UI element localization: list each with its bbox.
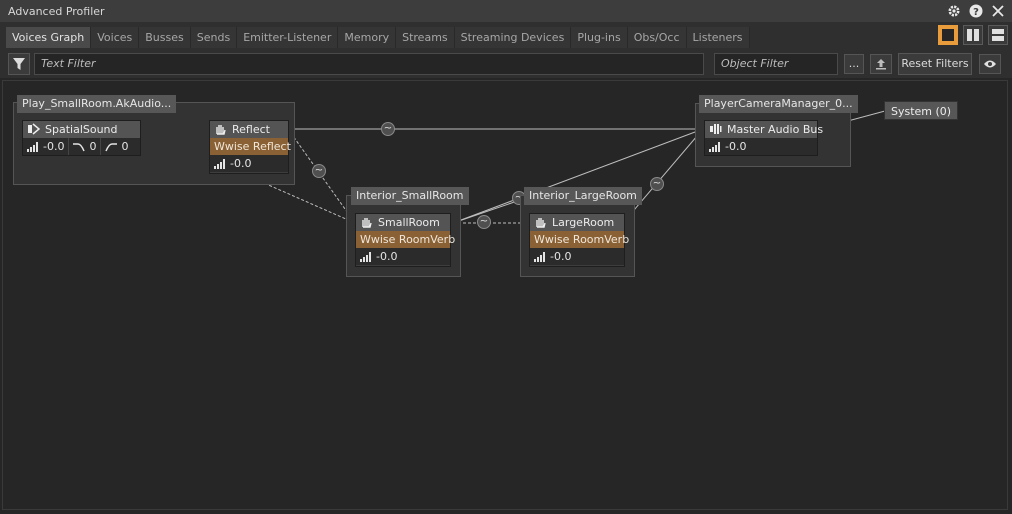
voices-graph-canvas[interactable]: ~ ~ ~ ~ ~ ~ ~ Play_SmallRoom.AkAudio... … xyxy=(2,80,1008,510)
tab-busses[interactable]: Busses xyxy=(139,27,191,48)
voice-node-large-room[interactable]: LargeRoom Wwise RoomVerb -0.0 xyxy=(529,213,629,267)
reflect-volume: -0.0 xyxy=(230,157,252,170)
game-object-label-interior-largeroom[interactable]: Interior_LargeRoom xyxy=(524,187,642,205)
game-object-label-interior-smallroom[interactable]: Interior_SmallRoom xyxy=(351,187,469,205)
voice-node-spatial-sound[interactable]: SpatialSound -0.0 0 0 xyxy=(22,120,141,156)
game-object-label-player-camera-manager[interactable]: PlayerCameraManager_0... xyxy=(699,95,858,113)
tab-streams[interactable]: Streams xyxy=(396,27,455,48)
tab-voices[interactable]: Voices xyxy=(91,27,140,48)
large-room-effect: Wwise RoomVerb xyxy=(530,231,629,248)
tab-emitter-listener[interactable]: Emitter-Listener xyxy=(237,27,339,48)
connection-marker[interactable]: ~ xyxy=(650,177,664,191)
close-icon[interactable] xyxy=(988,1,1008,21)
master-audio-bus-volume: -0.0 xyxy=(725,140,747,153)
single-view-layout-icon[interactable] xyxy=(938,25,958,45)
spatial-sound-label: SpatialSound xyxy=(45,123,118,136)
volume-icon xyxy=(27,142,39,152)
large-room-label: LargeRoom xyxy=(552,216,615,229)
high-pass-filter-icon xyxy=(105,141,118,152)
aux-bus-hand-icon xyxy=(214,123,228,135)
low-pass-filter-icon xyxy=(73,141,86,152)
tab-listeners[interactable]: Listeners xyxy=(686,27,750,48)
small-room-effect: Wwise RoomVerb xyxy=(356,231,455,248)
volume-cell: -0.0 xyxy=(356,248,401,265)
aux-bus-hand-icon xyxy=(534,216,548,228)
split-vertical-layout-icon[interactable] xyxy=(963,25,983,45)
aux-bus-hand-icon xyxy=(360,216,374,228)
spatial-sound-lpf: 0 xyxy=(89,140,97,153)
filter-bar: Text Filter Object Filter ... Reset Filt… xyxy=(0,50,1012,78)
tab-bar: Voices Graph Voices Busses Sends Emitter… xyxy=(0,22,1012,50)
reset-filters-button[interactable]: Reset Filters xyxy=(898,53,972,75)
upload-icon[interactable] xyxy=(870,54,892,74)
connection-marker[interactable]: ~ xyxy=(312,164,326,178)
filter-funnel-icon[interactable] xyxy=(8,53,30,75)
hpf-cell: 0 xyxy=(101,138,132,155)
spatial-sound-volume: -0.0 xyxy=(43,140,65,153)
window-title: Advanced Profiler xyxy=(8,5,105,18)
reflect-effect: Wwise Reflect xyxy=(210,138,291,155)
reflect-label: Reflect xyxy=(232,123,270,136)
tab-streaming-devices[interactable]: Streaming Devices xyxy=(454,27,572,48)
volume-cell: -0.0 xyxy=(23,138,70,155)
volume-icon xyxy=(534,252,546,262)
small-room-volume: -0.0 xyxy=(376,250,398,263)
eye-icon[interactable] xyxy=(979,54,1001,74)
volume-cell: -0.0 xyxy=(210,155,255,172)
volume-cell: -0.0 xyxy=(530,248,575,265)
tab-sends[interactable]: Sends xyxy=(190,27,238,48)
connection-marker[interactable]: ~ xyxy=(477,215,491,229)
split-horizontal-layout-icon[interactable] xyxy=(988,25,1008,45)
master-audio-bus-label: Master Audio Bus xyxy=(727,123,824,136)
tab-obs-occ[interactable]: Obs/Occ xyxy=(627,27,687,48)
lpf-cell: 0 xyxy=(69,138,102,155)
title-bar: Advanced Profiler ? xyxy=(0,0,1012,22)
object-filter-input[interactable]: Object Filter xyxy=(714,53,838,75)
volume-icon xyxy=(214,159,226,169)
settings-gear-icon[interactable] xyxy=(944,1,964,21)
spatial-sound-hpf: 0 xyxy=(121,140,129,153)
voice-node-reflect[interactable]: Reflect Wwise Reflect -0.0 xyxy=(209,120,291,174)
help-icon[interactable]: ? xyxy=(966,1,986,21)
wire-largeroom-to-master xyxy=(622,128,704,224)
small-room-label: SmallRoom xyxy=(378,216,440,229)
svg-text:?: ? xyxy=(973,7,979,18)
tab-memory[interactable]: Memory xyxy=(338,27,397,48)
spatial-sound-icon xyxy=(27,123,41,135)
large-room-volume: -0.0 xyxy=(550,250,572,263)
voice-node-small-room[interactable]: SmallRoom Wwise RoomVerb -0.0 xyxy=(355,213,455,267)
connection-marker[interactable]: ~ xyxy=(381,122,395,136)
tab-plug-ins[interactable]: Plug-ins xyxy=(571,27,628,48)
tab-voices-graph[interactable]: Voices Graph xyxy=(6,27,92,48)
volume-cell: -0.0 xyxy=(705,138,750,155)
volume-icon xyxy=(360,252,372,262)
text-filter-input[interactable]: Text Filter xyxy=(34,53,704,75)
audio-bus-icon xyxy=(709,123,723,135)
bus-node-master-audio-bus[interactable]: Master Audio Bus -0.0 xyxy=(704,120,823,156)
volume-icon xyxy=(709,142,721,152)
game-object-label-play-smallroom[interactable]: Play_SmallRoom.AkAudio... xyxy=(17,95,177,113)
system-output-node[interactable]: System (0) xyxy=(884,101,959,120)
object-browse-button[interactable]: ... xyxy=(844,54,864,74)
